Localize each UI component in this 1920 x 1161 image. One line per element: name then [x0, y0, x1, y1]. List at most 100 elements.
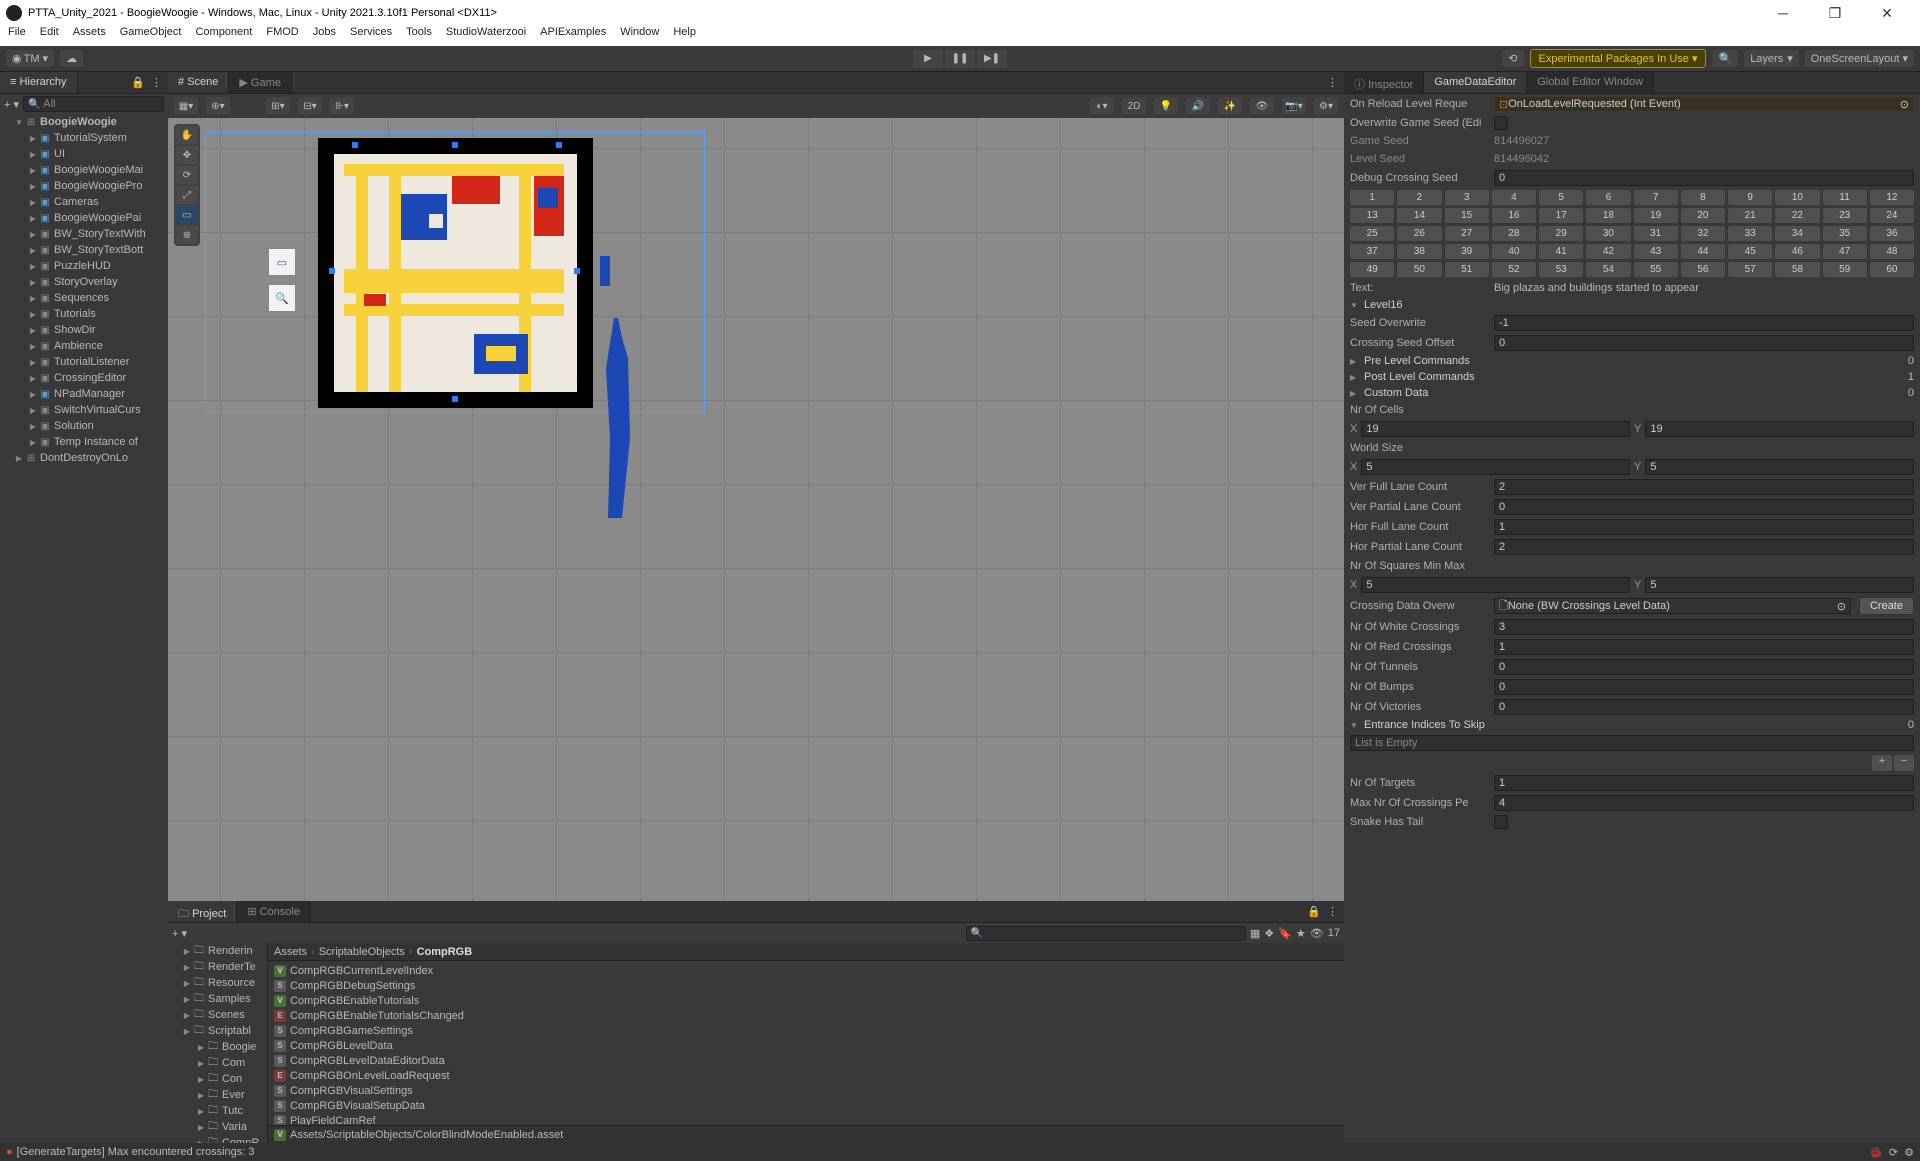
asset-item[interactable]: SPlayFieldCamRef — [268, 1113, 1344, 1125]
level-number-button[interactable]: 13 — [1350, 208, 1394, 223]
hierarchy-item[interactable]: ▶▣CrossingEditor — [0, 370, 168, 386]
sq-x-field[interactable]: 5 — [1361, 577, 1630, 593]
pre-commands-foldout[interactable]: Pre Level Commands — [1364, 355, 1470, 367]
level-number-button[interactable]: 24 — [1870, 208, 1914, 223]
folder-item[interactable]: ▶🗀Scriptabl — [168, 1023, 267, 1039]
menu-tools[interactable]: Tools — [406, 26, 432, 46]
level-number-button[interactable]: 59 — [1823, 262, 1867, 277]
project-add-button[interactable]: + ▾ — [172, 927, 187, 940]
folder-item[interactable]: ▶🗀Con — [168, 1071, 267, 1087]
folder-item[interactable]: ▶🗀Tutc — [168, 1103, 267, 1119]
hierarchy-item[interactable]: ▶▣Solution — [0, 418, 168, 434]
level-number-button[interactable]: 8 — [1681, 190, 1725, 205]
scene-camera-icon[interactable]: 📷▾ — [1282, 97, 1306, 115]
red-crossings-field[interactable]: 1 — [1494, 639, 1914, 655]
level-number-button[interactable]: 16 — [1492, 208, 1536, 223]
hierarchy-item[interactable]: ▶▣BoogieWoogieMai — [0, 162, 168, 178]
status-error-icon[interactable]: ● — [6, 1146, 13, 1158]
level-number-button[interactable]: 2 — [1397, 190, 1441, 205]
hierarchy-tree[interactable]: ▼⊞BoogieWoogie ▶▣TutorialSystem▶▣UI▶▣Boo… — [0, 114, 168, 1143]
scene-fx-icon[interactable]: ✨ — [1218, 97, 1242, 115]
folder-item[interactable]: ▶🗀Samples — [168, 991, 267, 1007]
level-number-button[interactable]: 42 — [1586, 244, 1630, 259]
level-number-button[interactable]: 41 — [1539, 244, 1583, 259]
hierarchy-lock-icon[interactable]: 🔒 — [131, 76, 145, 89]
folder-item[interactable]: ▶🗀CompR — [168, 1135, 267, 1143]
level-number-button[interactable]: 31 — [1634, 226, 1678, 241]
level-number-button[interactable]: 28 — [1492, 226, 1536, 241]
gamedataeditor-tab[interactable]: GameDataEditor — [1424, 72, 1527, 93]
level-number-button[interactable]: 23 — [1823, 208, 1867, 223]
folder-item[interactable]: ▶🗀RenderTe — [168, 959, 267, 975]
hierarchy-item[interactable]: ▶▣UI — [0, 146, 168, 162]
level-number-button[interactable]: 54 — [1586, 262, 1630, 277]
targets-field[interactable]: 1 — [1494, 775, 1914, 791]
victories-field[interactable]: 0 — [1494, 699, 1914, 715]
overwrite-seed-checkbox[interactable] — [1494, 116, 1508, 130]
project-tab[interactable]: 🗀 Project — [168, 901, 237, 922]
hierarchy-menu-icon[interactable]: ⋮ — [151, 76, 162, 89]
scene-light-icon[interactable]: 💡 — [1154, 97, 1178, 115]
menu-studiowaterzooi[interactable]: StudioWaterzooi — [446, 26, 526, 46]
status-spinner-icon[interactable]: ⟳ — [1889, 1146, 1898, 1159]
step-button[interactable]: ▶❚ — [977, 50, 1007, 68]
level-number-button[interactable]: 27 — [1445, 226, 1489, 241]
cloud-button[interactable]: ☁ — [60, 50, 83, 67]
snake-tail-checkbox[interactable] — [1494, 815, 1508, 829]
folder-item[interactable]: ▶🗀Boogie — [168, 1039, 267, 1055]
folder-item[interactable]: ▶🗀Com — [168, 1055, 267, 1071]
project-star-icon[interactable]: ★ — [1296, 927, 1306, 940]
hierarchy-item[interactable]: ▶▣BoogieWoogiePai — [0, 210, 168, 226]
level-number-button[interactable]: 33 — [1728, 226, 1772, 241]
menu-fmod[interactable]: FMOD — [266, 26, 298, 46]
world-x-field[interactable]: 5 — [1361, 459, 1630, 475]
hierarchy-item[interactable]: ▶▣StoryOverlay — [0, 274, 168, 290]
crossing-data-field[interactable]: 🗋 None (BW Crossings Level Data)⊙ — [1494, 598, 1851, 614]
folder-item[interactable]: ▶🗀Resource — [168, 975, 267, 991]
ver-partial-field[interactable]: 0 — [1494, 499, 1914, 515]
menu-component[interactable]: Component — [195, 26, 252, 46]
hierarchy-item[interactable]: ▶▣SwitchVirtualCurs — [0, 402, 168, 418]
menu-services[interactable]: Services — [350, 26, 392, 46]
level-number-button[interactable]: 51 — [1445, 262, 1489, 277]
level-number-button[interactable]: 11 — [1823, 190, 1867, 205]
post-commands-foldout[interactable]: Post Level Commands — [1364, 371, 1475, 383]
level-number-button[interactable]: 10 — [1775, 190, 1819, 205]
folder-item[interactable]: ▶🗀Renderin — [168, 943, 267, 959]
hierarchy-item[interactable]: ▶▣Tutorials — [0, 306, 168, 322]
hierarchy-item[interactable]: ▶▣BW_StoryTextBott — [0, 242, 168, 258]
project-filter-2[interactable]: ❖ — [1264, 927, 1274, 940]
level-number-button[interactable]: 56 — [1681, 262, 1725, 277]
hor-full-field[interactable]: 1 — [1494, 519, 1914, 535]
level-number-button[interactable]: 48 — [1870, 244, 1914, 259]
on-reload-event-field[interactable]: ⊡ OnLoadLevelRequested (Int Event)⊙ — [1494, 96, 1914, 112]
level-number-button[interactable]: 14 — [1397, 208, 1441, 223]
asset-item[interactable]: SCompRGBGameSettings — [268, 1023, 1344, 1038]
level-number-button[interactable]: 4 — [1492, 190, 1536, 205]
level-number-button[interactable]: 50 — [1397, 262, 1441, 277]
hierarchy-item[interactable]: ▶▣PuzzleHUD — [0, 258, 168, 274]
level-number-button[interactable]: 30 — [1586, 226, 1630, 241]
list-remove-button[interactable]: − — [1894, 755, 1914, 771]
custom-data-foldout[interactable]: Custom Data — [1364, 387, 1428, 399]
scene-root[interactable]: BoogieWoogie — [40, 116, 117, 128]
level-number-button[interactable]: 36 — [1870, 226, 1914, 241]
menu-apiexamples[interactable]: APIExamples — [540, 26, 606, 46]
level-number-button[interactable]: 25 — [1350, 226, 1394, 241]
menu-gameobject[interactable]: GameObject — [120, 26, 182, 46]
breadcrumb-item[interactable]: Assets — [274, 946, 307, 958]
canvas-object[interactable] — [318, 138, 593, 408]
level-number-button[interactable]: 12 — [1870, 190, 1914, 205]
search-button[interactable]: 🔍 — [1712, 50, 1738, 67]
tunnels-field[interactable]: 0 — [1494, 659, 1914, 675]
level-number-button[interactable]: 22 — [1775, 208, 1819, 223]
list-add-button[interactable]: + — [1872, 755, 1892, 771]
level-number-button[interactable]: 34 — [1775, 226, 1819, 241]
breadcrumb-item[interactable]: ScriptableObjects — [319, 946, 405, 958]
level-number-button[interactable]: 44 — [1681, 244, 1725, 259]
pause-button[interactable]: ❚❚ — [945, 50, 975, 68]
close-button[interactable]: ✕ — [1870, 5, 1904, 22]
level-number-button[interactable]: 29 — [1539, 226, 1583, 241]
level-number-button[interactable]: 37 — [1350, 244, 1394, 259]
level-number-button[interactable]: 60 — [1870, 262, 1914, 277]
